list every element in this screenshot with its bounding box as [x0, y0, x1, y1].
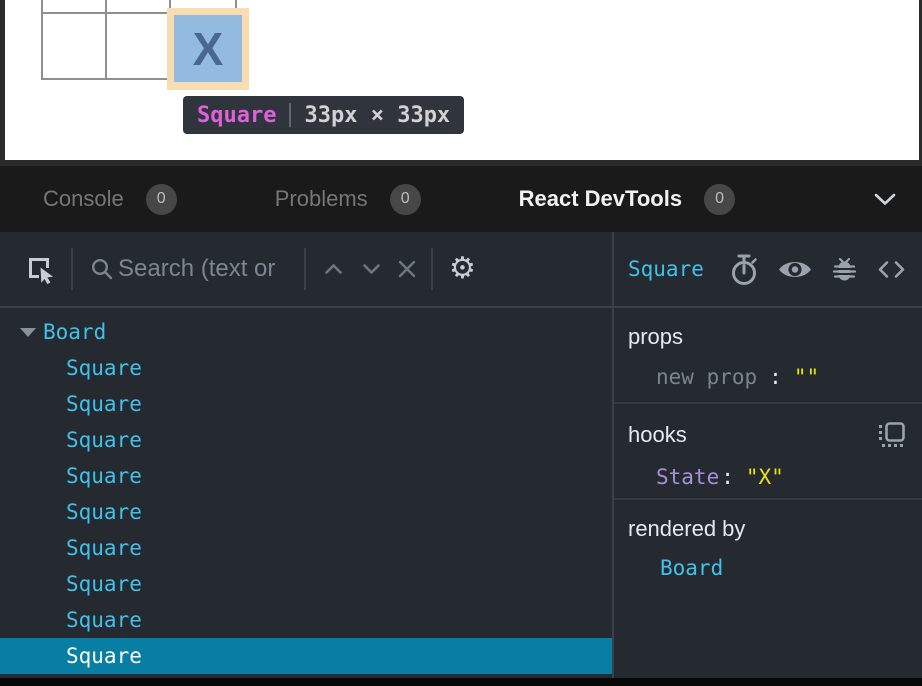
- hook-value[interactable]: "X": [746, 465, 784, 489]
- tree-row-square[interactable]: Square: [0, 566, 612, 602]
- window-bottom-edge: [0, 678, 922, 686]
- component-name: Square: [66, 428, 142, 452]
- component-name: Square: [66, 464, 142, 488]
- details-header-icons: [729, 253, 906, 286]
- inspect-highlight-content[interactable]: X: [174, 15, 242, 82]
- component-name: Square: [66, 356, 142, 380]
- search-icon: [90, 257, 114, 281]
- component-name: Square: [66, 536, 142, 560]
- tree-row-square[interactable]: Square: [0, 350, 612, 386]
- prop-value[interactable]: "": [794, 365, 819, 389]
- inspected-page-viewport: X Square 33px × 33px: [0, 0, 922, 160]
- tab-label: React DevTools: [519, 186, 682, 212]
- selected-component-title: Square: [628, 257, 704, 281]
- inspect-element-icon[interactable]: [25, 254, 55, 285]
- board-cell[interactable]: [107, 0, 171, 14]
- rendered-by-owner-link[interactable]: Board: [628, 556, 908, 580]
- tab-count-badge: 0: [146, 184, 177, 215]
- details-header: Square: [614, 232, 922, 308]
- hooks-heading: hooks: [628, 422, 687, 448]
- tab-problems[interactable]: Problems 0: [275, 184, 421, 215]
- tab-react-devtools[interactable]: React DevTools 0: [519, 184, 735, 215]
- props-section: props new prop : "": [614, 308, 922, 404]
- tab-label: Problems: [275, 186, 368, 212]
- tree-row-square[interactable]: Square: [0, 530, 612, 566]
- key-value-colon: :: [769, 365, 782, 389]
- rendered-by-section: rendered by Board: [614, 500, 922, 678]
- component-name: Square: [66, 392, 142, 416]
- components-toolbar: ⚙: [0, 232, 612, 308]
- profiler-stopwatch-icon[interactable]: [729, 253, 759, 286]
- rendered-by-heading: rendered by: [628, 516, 745, 542]
- board-cell[interactable]: [43, 14, 107, 78]
- tree-caret-icon[interactable]: [20, 328, 36, 337]
- tab-count-badge: 0: [390, 184, 421, 215]
- view-source-code-brackets-icon[interactable]: [877, 260, 906, 279]
- clear-search-icon[interactable]: [397, 259, 417, 279]
- parse-hook-names-icon[interactable]: [876, 420, 906, 450]
- search-input[interactable]: [118, 255, 300, 283]
- components-pane: ⚙ Board Square Square Square Square Squa…: [0, 232, 612, 678]
- component-name: Square: [66, 572, 142, 596]
- toolbar-divider: [431, 248, 433, 290]
- tab-count-badge: 0: [704, 184, 735, 215]
- component-name: Square: [66, 608, 142, 632]
- tab-console[interactable]: Console 0: [43, 184, 177, 215]
- gear-icon[interactable]: ⚙: [449, 254, 476, 284]
- collapse-panel-chevron-icon[interactable]: [874, 193, 896, 206]
- component-details-pane: Square: [612, 232, 922, 678]
- tree-row-board[interactable]: Board: [0, 314, 612, 350]
- react-devtools-panel: ⚙ Board Square Square Square Square Squa…: [0, 232, 922, 678]
- new-prop-input[interactable]: new prop: [656, 365, 757, 389]
- inspect-dom-eye-icon[interactable]: [778, 258, 812, 281]
- board-cell[interactable]: [107, 14, 171, 78]
- tree-row-square-selected[interactable]: Square: [0, 638, 612, 674]
- tree-row-square[interactable]: Square: [0, 386, 612, 422]
- hook-name-state[interactable]: State: [656, 465, 719, 489]
- toolbar-divider: [304, 248, 306, 290]
- devtools-tab-bar: Console 0 Problems 0 React DevTools 0: [0, 166, 922, 232]
- search-next-chevron-down-icon[interactable]: [362, 263, 381, 275]
- tree-row-square[interactable]: Square: [0, 458, 612, 494]
- board-cell[interactable]: [43, 0, 107, 14]
- component-name: Board: [43, 320, 106, 344]
- tree-row-square[interactable]: Square: [0, 494, 612, 530]
- hooks-section: hooks: [614, 404, 922, 500]
- key-value-colon: :: [721, 465, 734, 489]
- window-left-edge: [0, 0, 5, 160]
- inspect-overlay-tooltip: Square 33px × 33px: [183, 96, 464, 134]
- component-name: Square: [66, 644, 142, 668]
- devtools-window: X Square 33px × 33px Console 0 Problems …: [0, 0, 922, 686]
- search-previous-chevron-up-icon[interactable]: [324, 263, 343, 275]
- tooltip-divider: [289, 103, 291, 127]
- tree-row-square[interactable]: Square: [0, 602, 612, 638]
- tree-row-square[interactable]: Square: [0, 422, 612, 458]
- toolbar-divider: [71, 248, 73, 290]
- tooltip-dimensions: 33px × 33px: [304, 103, 450, 128]
- tab-label: Console: [43, 186, 124, 212]
- component-name: Square: [66, 500, 142, 524]
- props-heading: props: [628, 324, 683, 350]
- debug-bug-icon[interactable]: [831, 256, 858, 283]
- tooltip-component-name: Square: [197, 103, 276, 128]
- component-tree: Board Square Square Square Square Square…: [0, 308, 612, 678]
